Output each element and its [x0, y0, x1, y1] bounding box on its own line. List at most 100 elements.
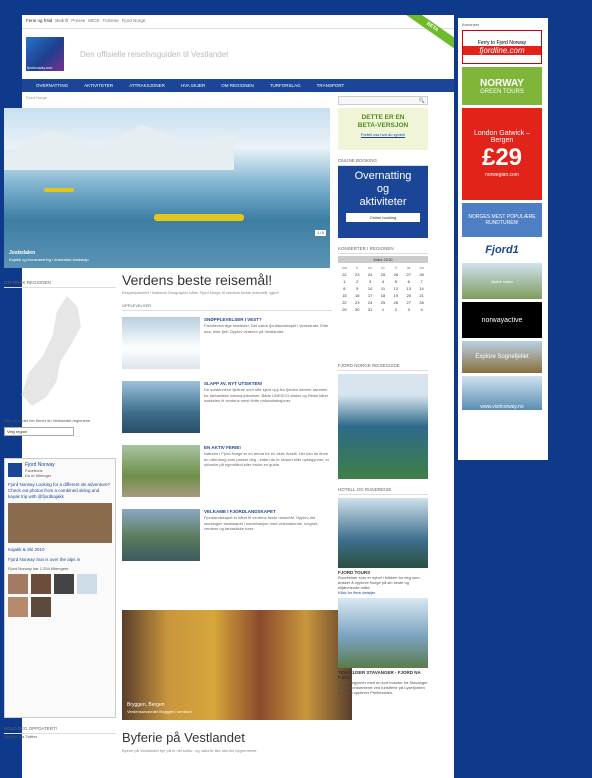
experience-item[interactable]: SLAPP AV, NYT UTSIKTEN! De solskinnene fj…	[122, 381, 332, 439]
calendar-day[interactable]: 26	[389, 272, 402, 277]
hero-pager[interactable]: 1 / 5	[315, 230, 326, 236]
calendar-day[interactable]: 4	[415, 307, 428, 312]
calendar-day[interactable]: 2	[389, 307, 402, 312]
avatar[interactable]	[8, 597, 28, 617]
calendar-day[interactable]: 28	[415, 300, 428, 305]
avatar[interactable]	[31, 574, 51, 594]
calendar-day[interactable]: 10	[364, 286, 377, 291]
calendar-day[interactable]: 11	[377, 286, 390, 291]
ad-fjordline[interactable]: Ferry to Fjord Norway fjordline.com	[462, 30, 542, 64]
experience-item[interactable]: VELKAME I FJORDLANDSKAPET Fjordlandskapet…	[122, 509, 332, 567]
calendar-day[interactable]: 16	[351, 293, 364, 298]
calendar-day[interactable]: 5	[389, 279, 402, 284]
avatar[interactable]	[77, 574, 97, 594]
cruise-image[interactable]	[338, 598, 428, 668]
ad-fjord1-image[interactable]: Aktive reiser	[462, 263, 542, 299]
calendar-day[interactable]: 21	[415, 293, 428, 298]
search-icon[interactable]: 🔍	[419, 98, 425, 104]
calendar-day[interactable]: 1	[338, 279, 351, 284]
calendar-day[interactable]: 28	[415, 272, 428, 277]
search-input[interactable]: 🔍	[338, 96, 428, 105]
region-select[interactable]: Velg region	[4, 427, 74, 436]
logo[interactable]: fjordnorway.com	[26, 37, 64, 71]
calendar-day[interactable]: 17	[364, 293, 377, 298]
facebook-avatar[interactable]	[8, 463, 22, 477]
calendar-day[interactable]: 31	[364, 307, 377, 312]
calendar-day[interactable]: 29	[338, 307, 351, 312]
ad-rundturen[interactable]: NORGES MEST POPULÆRE RUNDTUREN!	[462, 203, 542, 237]
ad-visitnorway[interactable]: www.visitnorway.no	[462, 376, 542, 410]
calendar-day[interactable]: 4	[377, 279, 390, 284]
calendar-day[interactable]: 3	[364, 279, 377, 284]
calendar-day[interactable]: 25	[377, 272, 390, 277]
experience-image[interactable]	[122, 509, 200, 561]
topbar-presse[interactable]: Presse	[71, 18, 85, 25]
topbar-mice[interactable]: MICE	[88, 18, 99, 25]
calendar-day[interactable]: 2	[351, 279, 364, 284]
avatar[interactable]	[31, 597, 51, 617]
topbar-bedrift[interactable]: Bedrift	[55, 18, 68, 25]
ad-norwegian[interactable]: London Gatwick – Bergen £29 norwegian.co…	[462, 108, 542, 200]
ad-norwayactive[interactable]: norwayactive	[462, 302, 542, 338]
calendar-day[interactable]: 24	[364, 300, 377, 305]
norway-map-shape[interactable]	[21, 296, 81, 406]
calendar-day[interactable]: 18	[377, 293, 390, 298]
experience-image[interactable]	[122, 381, 200, 433]
calendar-day[interactable]: 25	[377, 300, 390, 305]
calendar-day[interactable]: 26	[389, 300, 402, 305]
ad-green-tours[interactable]: NORWAY GREEN TOURS	[462, 67, 542, 105]
calendar-day[interactable]: 3	[402, 307, 415, 312]
calendar-day[interactable]: 14	[415, 286, 428, 291]
bryggen-slideshow[interactable]: Bryggen, Bergen Verdensarvstedet Bryggen…	[122, 610, 352, 720]
avatar[interactable]	[8, 574, 28, 594]
experience-title[interactable]: EN AKTIV FERIE!	[204, 445, 332, 450]
calendar-day[interactable]: 24	[364, 272, 377, 277]
topbar-turisme[interactable]: Turisme	[103, 18, 119, 25]
details-link[interactable]: Klikk for flere detaljer	[338, 590, 428, 595]
calendar-day[interactable]: 30	[351, 307, 364, 312]
experience-image[interactable]	[122, 317, 200, 369]
calendar-day[interactable]: 19	[389, 293, 402, 298]
calendar-day[interactable]: 27	[402, 300, 415, 305]
calendar-day[interactable]: 12	[389, 286, 402, 291]
facebook-post-link[interactable]: Kajakk & Ski 2010	[8, 547, 112, 553]
calendar-day[interactable]: 22	[338, 272, 351, 277]
nav-attraksjoner[interactable]: ATTRAKSJONER	[121, 79, 173, 92]
experience-item[interactable]: EN AKTIV FERIE! Naturen i Fjord Norge er …	[122, 445, 332, 503]
facebook-post-image[interactable]	[8, 503, 112, 543]
nav-om-regionen[interactable]: OM REGIONEN	[213, 79, 262, 92]
calendar-day[interactable]: 9	[351, 286, 364, 291]
nav-aktiviteter[interactable]: AKTIVITETER	[76, 79, 121, 92]
experience-title[interactable]: SLAPP AV, NYT UTSIKTEN!	[204, 381, 332, 386]
guide-cover[interactable]	[338, 374, 428, 479]
calendar-day[interactable]: 23	[351, 300, 364, 305]
topbar-fjordnorge[interactable]: Fjord Norge	[122, 18, 146, 25]
calendar-day[interactable]: 20	[402, 293, 415, 298]
hero-slideshow[interactable]: 1 / 5 Jostedalen Kajakk og breavandring …	[4, 108, 330, 268]
experience-item[interactable]: SNØPPLEVELSER I VEST? Familievennlige ski…	[122, 317, 332, 375]
cruise-title[interactable]: TIDE RUSER STAVANGER - FJORD NA FJELL	[338, 670, 428, 680]
fjord-tours-image[interactable]	[338, 498, 428, 568]
avatar[interactable]	[54, 574, 74, 594]
feedback-link[interactable]: Fortell oss hva du synes!	[338, 132, 428, 137]
calendar-day[interactable]: 27	[402, 272, 415, 277]
calendar-day[interactable]: 8	[338, 286, 351, 291]
breadcrumb[interactable]: Fjord Norge	[26, 95, 47, 100]
ad-sognefjellet[interactable]: Explore Sognefjellet	[462, 341, 542, 373]
region-map[interactable]	[4, 288, 116, 418]
experience-title[interactable]: SNØPPLEVELSER I VEST?	[204, 317, 332, 322]
calendar-day[interactable]: 22	[338, 300, 351, 305]
experience-image[interactable]	[122, 445, 200, 497]
topbar-ferie[interactable]: Ferie og fritid	[26, 18, 52, 25]
calendar-day[interactable]: 15	[338, 293, 351, 298]
experience-title[interactable]: VELKAME I FJORDLANDSKAPET	[204, 509, 332, 514]
nav-turforslag[interactable]: TURFORSLAG	[262, 79, 309, 92]
facebook-like[interactable]: Du er tilhenger	[25, 473, 55, 478]
calendar-day[interactable]: 6	[402, 279, 415, 284]
online-booking-button[interactable]: Online booking	[346, 213, 420, 222]
nav-overnatting[interactable]: OVERNATTING	[28, 79, 76, 92]
ad-fjord1[interactable]: Fjord1	[462, 240, 542, 260]
nav-hva-skjer[interactable]: HVA SKJER	[173, 79, 213, 92]
calendar-day[interactable]: 23	[351, 272, 364, 277]
calendar-day[interactable]: 1	[377, 307, 390, 312]
